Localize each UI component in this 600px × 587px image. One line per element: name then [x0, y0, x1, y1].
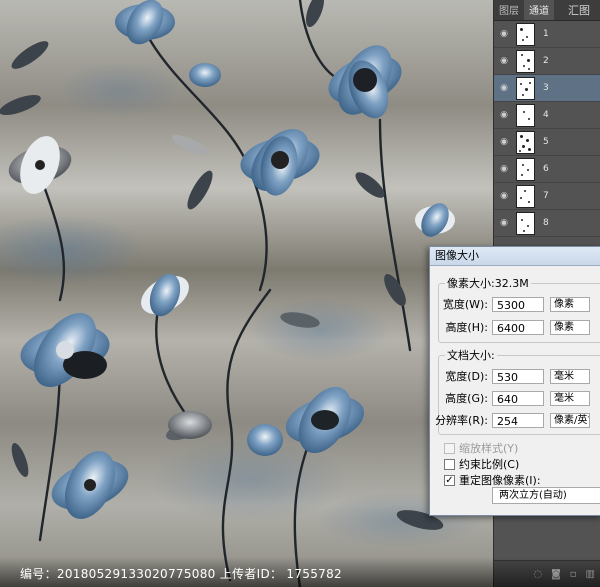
doc-width-input[interactable]: 530	[492, 368, 544, 384]
layer-name: 5	[543, 137, 549, 147]
eye-icon[interactable]: ◉	[498, 110, 510, 120]
pixel-height-input[interactable]: 6400	[492, 319, 544, 335]
resample-method-select[interactable]: 两次立方(自动)	[492, 487, 600, 504]
watermark-logo: 汇图	[568, 4, 590, 17]
doc-height-row: 高度(G): 640 毫米	[430, 389, 590, 407]
doc-height-input[interactable]: 640	[492, 390, 544, 406]
layer-row[interactable]: ◉ 6	[494, 156, 600, 183]
doc-width-row: 宽度(D): 530 毫米	[430, 367, 590, 385]
layer-thumbnail	[516, 184, 535, 208]
resolution-input[interactable]: 254	[492, 412, 544, 428]
layer-thumbnail	[516, 22, 535, 46]
layer-thumbnail	[516, 157, 535, 181]
tab-channels[interactable]: 通道	[524, 0, 554, 20]
layer-thumbnail	[516, 211, 535, 235]
doc-width-label: 宽度(D):	[445, 370, 488, 383]
resolution-row: 分辨率(R): 254 像素/英寸	[430, 411, 590, 429]
resample-checkbox[interactable]: ✓	[444, 474, 455, 486]
pixel-dimensions-legend: 像素大小:32.3M	[447, 277, 529, 290]
doc-width-unit[interactable]: 毫米	[550, 368, 590, 384]
scale-styles-option: 缩放样式(Y)	[444, 440, 518, 456]
document-size-legend: 文档大小:	[447, 349, 495, 362]
doc-height-unit[interactable]: 毫米	[550, 390, 590, 406]
constrain-proportions-checkbox[interactable]	[444, 458, 455, 470]
layer-name: 7	[543, 191, 549, 201]
layer-thumbnail	[516, 76, 535, 100]
layer-name: 1	[543, 29, 549, 39]
resolution-unit[interactable]: 像素/英寸	[550, 412, 590, 428]
scale-styles-label: 缩放样式(Y)	[459, 442, 519, 455]
layer-row[interactable]: ◉ 4	[494, 102, 600, 129]
layer-thumbnail	[516, 130, 535, 154]
dialog-title: 图像大小	[430, 247, 600, 266]
layer-name: 6	[543, 164, 549, 174]
layer-list: ◉ 1 ◉ 2 ◉ 3 ◉ 4 ◉ 5 ◉ 6 ◉ 7 ◉ 8	[494, 21, 600, 237]
resample-label: 重定图像像素(I):	[459, 474, 541, 487]
resample-option: ✓ 重定图像像素(I):	[444, 472, 541, 488]
eye-icon[interactable]: ◉	[498, 56, 510, 66]
resolution-label: 分辨率(R):	[435, 414, 488, 427]
pixel-width-label: 宽度(W):	[442, 298, 488, 311]
pixel-width-row: 宽度(W): 5300 像素	[430, 295, 590, 313]
doc-height-label: 高度(G):	[445, 392, 488, 405]
watermark-bar: 编号：20180529133020775080 上传者ID： 1755782	[0, 557, 600, 587]
layer-row[interactable]: ◉ 1	[494, 21, 600, 48]
pixel-width-unit[interactable]: 像素	[550, 296, 590, 312]
layer-name: 4	[543, 110, 549, 120]
scale-styles-checkbox[interactable]	[444, 442, 455, 454]
image-size-dialog: 图像大小 像素大小:32.3M 宽度(W): 5300 像素 高度(H): 64…	[429, 246, 600, 516]
eye-icon[interactable]: ◉	[498, 218, 510, 228]
eye-icon[interactable]: ◉	[498, 83, 510, 93]
pixel-height-unit[interactable]: 像素	[550, 319, 590, 335]
eye-icon[interactable]: ◉	[498, 164, 510, 174]
layer-name: 8	[543, 218, 549, 228]
layer-thumbnail	[516, 103, 535, 127]
eye-icon[interactable]: ◉	[498, 137, 510, 147]
layer-row[interactable]: ◉ 3	[494, 75, 600, 102]
layer-row[interactable]: ◉ 2	[494, 48, 600, 75]
layer-row[interactable]: ◉ 5	[494, 129, 600, 156]
tab-layers[interactable]: 图层	[494, 0, 524, 20]
eye-icon[interactable]: ◉	[498, 29, 510, 39]
pixel-width-input[interactable]: 5300	[492, 296, 544, 312]
pixel-height-label: 高度(H):	[445, 321, 488, 334]
layer-name: 2	[543, 56, 549, 66]
layer-row[interactable]: ◉ 7	[494, 183, 600, 210]
constrain-proportions-label: 约束比例(C)	[459, 458, 520, 471]
constrain-proportions-option: 约束比例(C)	[444, 456, 519, 472]
layer-row[interactable]: ◉ 8	[494, 210, 600, 237]
watermark-text: 编号：20180529133020775080 上传者ID： 1755782	[20, 567, 342, 581]
eye-icon[interactable]: ◉	[498, 191, 510, 201]
layer-thumbnail	[516, 49, 535, 73]
floral-artwork	[0, 0, 455, 587]
layer-name: 3	[543, 83, 549, 93]
pixel-height-row: 高度(H): 6400 像素	[430, 318, 590, 336]
